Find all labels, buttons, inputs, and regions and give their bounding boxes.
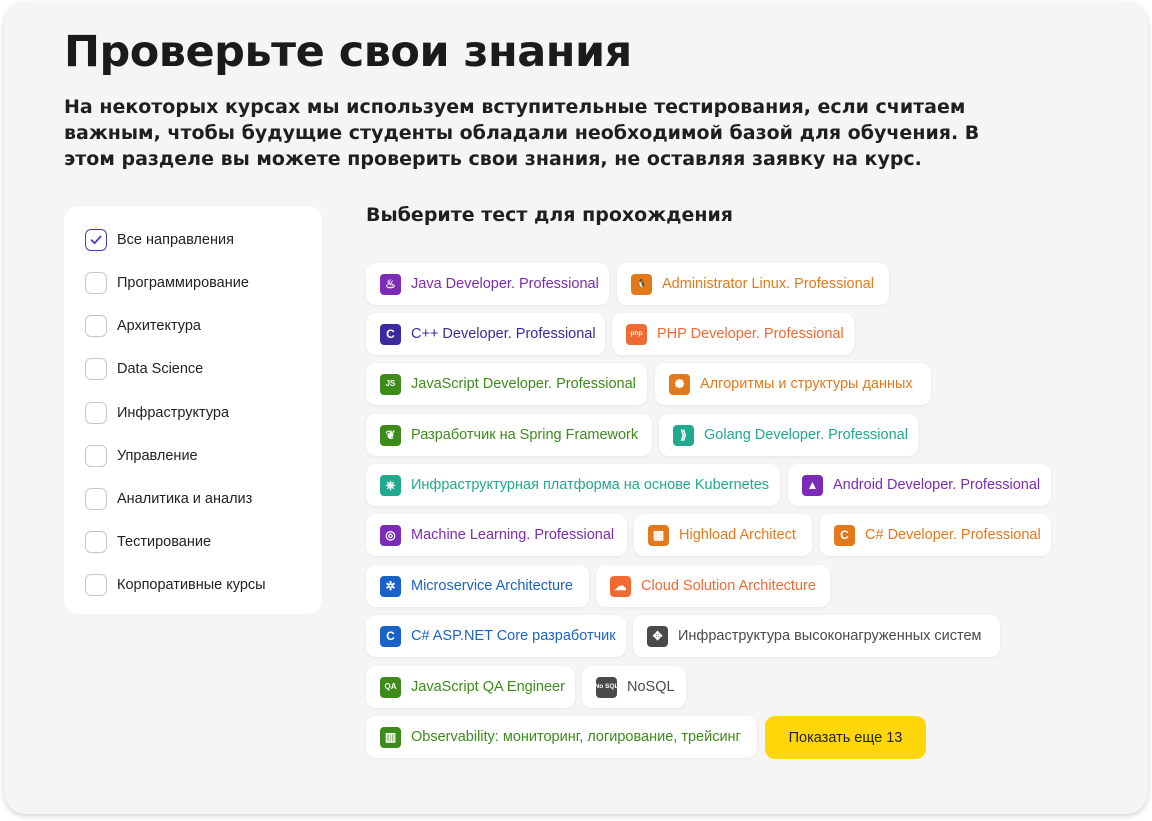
test-chip-label: JavaScript QA Engineer bbox=[411, 679, 565, 695]
cloud-icon: ☁ bbox=[610, 575, 631, 597]
microservice-icon: ✲ bbox=[380, 575, 401, 597]
checkbox[interactable] bbox=[85, 315, 107, 337]
checkbox[interactable] bbox=[85, 531, 107, 553]
test-chip-label: Инфраструктурная платформа на основе Kub… bbox=[411, 477, 770, 493]
test-chip[interactable]: No SQL NoSQL bbox=[582, 666, 686, 708]
test-chip[interactable]: ◎ Machine Learning. Professional bbox=[366, 514, 627, 556]
test-chip[interactable]: ▲ Android Developer. Professional bbox=[788, 464, 1051, 506]
test-chip-label: C# Developer. Professional bbox=[865, 527, 1041, 543]
test-chip-label: Разработчик на Spring Framework bbox=[411, 427, 639, 443]
test-chip-label: Observability: мониторинг, логирование, … bbox=[411, 729, 741, 745]
spring-icon: ❦ bbox=[380, 424, 401, 446]
filter-option[interactable]: Корпоративные курсы bbox=[85, 573, 266, 597]
checkmark-icon bbox=[90, 235, 102, 245]
javascript-icon: JS bbox=[380, 373, 401, 395]
checkbox-checked[interactable] bbox=[85, 229, 107, 251]
test-chip-label: Machine Learning. Professional bbox=[411, 527, 615, 543]
test-chip-label: JavaScript Developer. Professional bbox=[411, 376, 636, 392]
filter-label: Аналитика и анализ bbox=[117, 491, 253, 507]
test-chip[interactable]: QA JavaScript QA Engineer bbox=[366, 666, 575, 708]
cpp-icon: C bbox=[380, 323, 401, 345]
linux-icon: 🐧 bbox=[631, 273, 652, 295]
test-chip-label: Administrator Linux. Professional bbox=[662, 276, 874, 292]
filter-label: Инфраструктура bbox=[117, 405, 230, 421]
test-chip-label: Microservice Architecture bbox=[411, 578, 573, 594]
filter-label: Программирование bbox=[117, 275, 249, 291]
test-chip-label: C++ Developer. Professional bbox=[411, 326, 596, 342]
golang-icon: ⟫ bbox=[673, 424, 694, 446]
test-chip-label: Java Developer. Professional bbox=[411, 276, 599, 292]
highload-icon: ▦ bbox=[648, 524, 669, 546]
test-chip-label: NoSQL bbox=[627, 679, 675, 695]
java-icon: ♨ bbox=[380, 273, 401, 295]
filter-option[interactable]: Архитектура bbox=[85, 314, 201, 338]
show-more-button[interactable]: Показать еще 13 bbox=[765, 716, 926, 759]
test-chip-label: C# ASP.NET Core разработчик bbox=[411, 628, 616, 644]
aspnet-icon: C bbox=[380, 625, 401, 647]
test-chip-label: Алгоритмы и структуры данных bbox=[700, 376, 913, 392]
nosql-icon: No SQL bbox=[595, 676, 618, 698]
test-chip-label: Cloud Solution Architecture bbox=[641, 578, 816, 594]
test-chip[interactable]: ❦ Разработчик на Spring Framework bbox=[366, 414, 652, 456]
checkbox[interactable] bbox=[85, 488, 107, 510]
test-chip[interactable]: ✺ Алгоритмы и структуры данных bbox=[655, 363, 931, 405]
test-chip[interactable]: ▥ Observability: мониторинг, логирование,… bbox=[366, 716, 757, 758]
filter-label: Архитектура bbox=[117, 318, 201, 334]
test-chip[interactable]: ☁ Cloud Solution Architecture bbox=[596, 565, 830, 607]
filter-option[interactable]: Аналитика и анализ bbox=[85, 487, 252, 511]
page-title: Проверьте свои знания bbox=[64, 27, 632, 77]
checkbox[interactable] bbox=[85, 272, 107, 294]
test-chip[interactable]: ✥ Инфраструктура высоконагруженных систем bbox=[633, 615, 1000, 657]
infrastructure-icon: ✥ bbox=[647, 625, 668, 647]
test-chip-label: Highload Architect bbox=[679, 527, 796, 543]
filter-option[interactable]: Программирование bbox=[85, 271, 249, 295]
test-chip[interactable]: php PHP Developer. Professional bbox=[612, 313, 854, 355]
filter-option[interactable]: Data Science bbox=[85, 357, 203, 381]
filter-option[interactable]: Все направления bbox=[85, 228, 234, 252]
kubernetes-icon: ⎈ bbox=[380, 474, 401, 496]
test-chip[interactable]: C C# Developer. Professional bbox=[820, 514, 1051, 556]
filter-label: Data Science bbox=[117, 361, 204, 377]
checkbox[interactable] bbox=[85, 358, 107, 380]
observability-icon: ▥ bbox=[380, 726, 401, 748]
filter-label: Тестирование bbox=[117, 534, 212, 550]
test-chip[interactable]: JS JavaScript Developer. Professional bbox=[366, 363, 647, 405]
page-description: На некоторых курсах мы используем вступи… bbox=[64, 96, 980, 170]
test-chip[interactable]: C C# ASP.NET Core разработчик bbox=[366, 615, 626, 657]
tests-section-title: Выберите тест для прохождения bbox=[366, 204, 733, 226]
csharp-icon: C bbox=[834, 524, 855, 546]
checkbox[interactable] bbox=[85, 445, 107, 467]
test-chip[interactable]: C C++ Developer. Professional bbox=[366, 313, 605, 355]
android-icon: ▲ bbox=[802, 474, 823, 496]
test-chip[interactable]: 🐧 Administrator Linux. Professional bbox=[617, 263, 889, 305]
filter-label: Управление bbox=[117, 448, 198, 464]
filter-option[interactable]: Инфраструктура bbox=[85, 401, 229, 425]
test-chip[interactable]: ⟫ Golang Developer. Professional bbox=[659, 414, 918, 456]
php-icon: php bbox=[626, 323, 647, 345]
test-chip[interactable]: ♨ Java Developer. Professional bbox=[366, 263, 609, 305]
test-chip[interactable]: ▦ Highload Architect bbox=[634, 514, 812, 556]
test-chip-label: Golang Developer. Professional bbox=[704, 427, 908, 443]
filter-option[interactable]: Тестирование bbox=[85, 530, 211, 554]
algorithms-icon: ✺ bbox=[669, 373, 690, 395]
test-chip-label: Инфраструктура высоконагруженных систем bbox=[678, 628, 982, 644]
test-chip-label: Android Developer. Professional bbox=[833, 477, 1041, 493]
filter-label: Корпоративные курсы bbox=[117, 577, 266, 593]
checkbox[interactable] bbox=[85, 402, 107, 424]
filter-option[interactable]: Управление bbox=[85, 444, 198, 468]
checkbox[interactable] bbox=[85, 574, 107, 596]
direction-filter-panel: Все направления Программирование Архитекту… bbox=[64, 206, 322, 614]
test-chip-label: PHP Developer. Professional bbox=[657, 326, 844, 342]
filter-label: Все направления bbox=[117, 232, 234, 248]
test-chip[interactable]: ⎈ Инфраструктурная платформа на основе Ku… bbox=[366, 464, 780, 506]
test-chip[interactable]: ✲ Microservice Architecture bbox=[366, 565, 589, 607]
qa-icon: QA bbox=[380, 676, 401, 698]
machine-learning-icon: ◎ bbox=[380, 524, 401, 546]
